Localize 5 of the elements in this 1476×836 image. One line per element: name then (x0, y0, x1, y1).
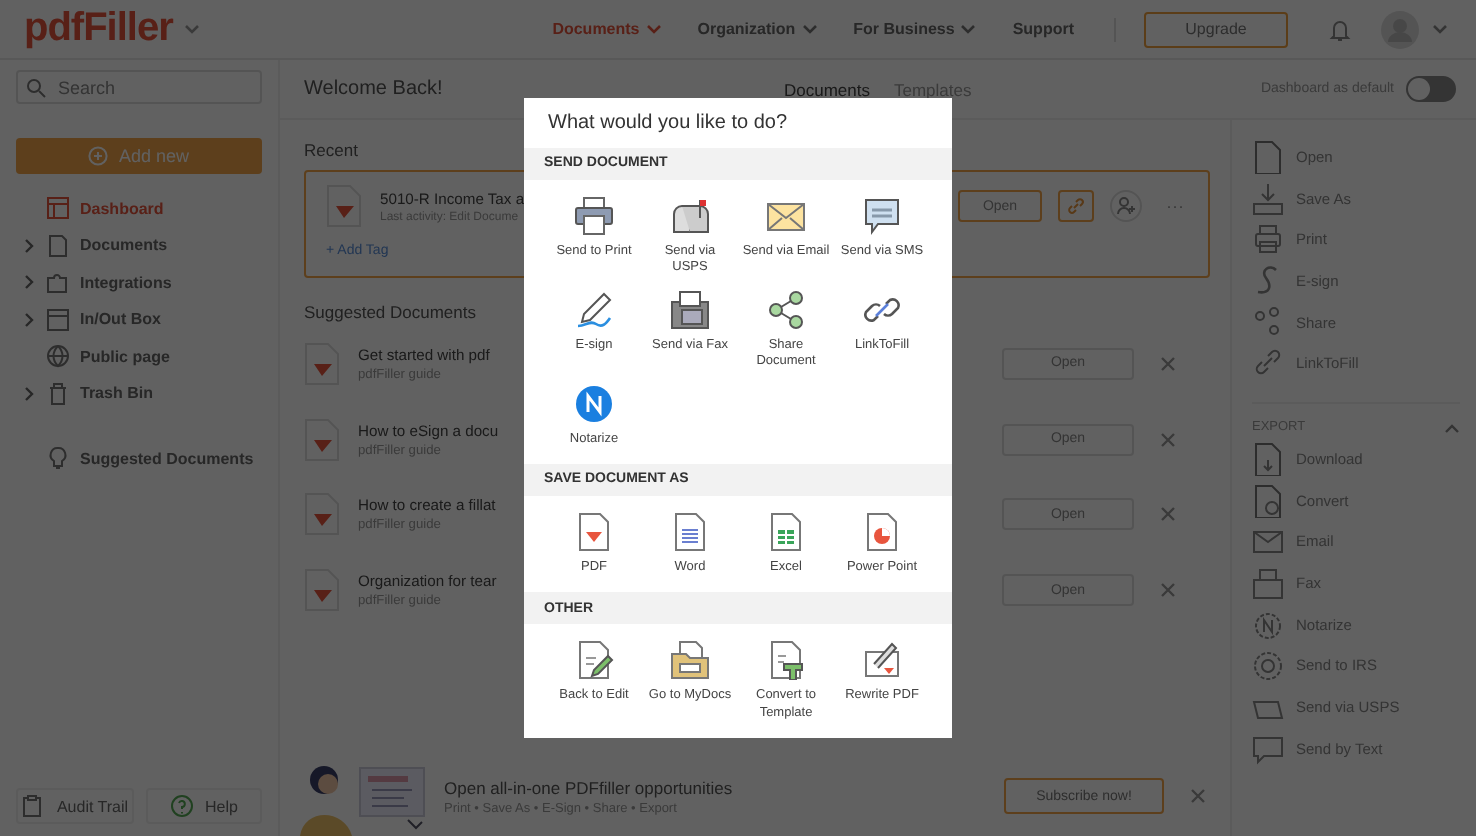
section-heading: Recent (304, 140, 358, 164)
section-heading: Suggested Documents (304, 302, 476, 326)
greeting: Welcome Back! (304, 78, 445, 100)
dialog-title: What would you like to do? (546, 110, 790, 139)
banner-title: Open all-in-one PDFfiller opportunities (444, 777, 735, 797)
